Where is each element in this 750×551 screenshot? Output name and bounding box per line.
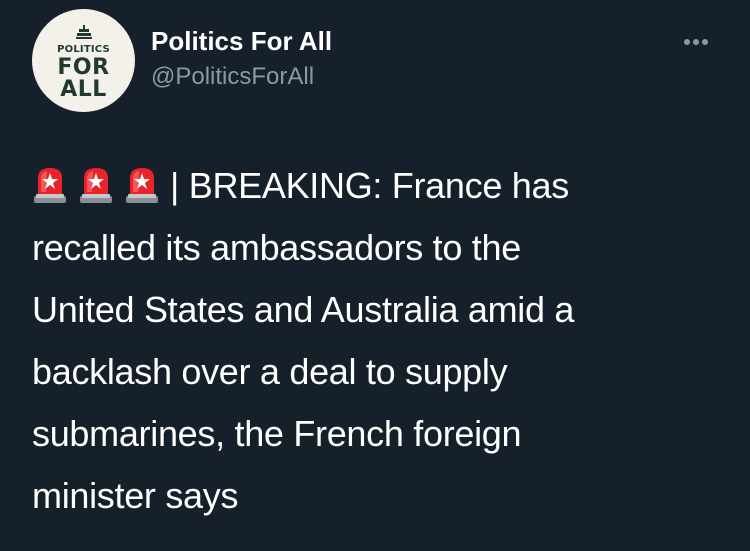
tweet-line: submarines, the French foreign [32,413,522,454]
more-horizontal-icon [693,39,699,45]
tweet-line: backlash over a deal to supply [32,351,508,392]
account-handle[interactable]: @PoliticsForAll [151,63,314,90]
tweet-line-text: | BREAKING: France has [170,165,569,206]
avatar-logo-text-middle: FOR [57,55,110,80]
tweet-line: recalled its ambassadors to the [32,227,521,268]
police-car-light-icon [80,168,112,203]
tweet-card: POLITICS FOR ALL Politics For All @Polit… [0,0,750,551]
tweet-line: United States and Australia amid a [32,289,575,330]
tweet-text: | BREAKING: France has recalled its amba… [32,155,732,527]
more-horizontal-icon [684,39,690,45]
avatar-logo-text-top: POLITICS [57,44,110,55]
tweet-line: | BREAKING: France has [32,155,732,217]
parliament-icon [76,25,92,39]
police-car-light-icon [34,168,66,203]
more-options-button[interactable] [672,28,716,54]
display-name[interactable]: Politics For All [151,27,332,56]
more-horizontal-icon [702,39,708,45]
tweet-line: minister says [32,475,239,516]
avatar[interactable]: POLITICS FOR ALL [32,9,135,112]
police-car-light-icon [126,168,158,203]
avatar-logo-text-bottom: ALL [60,77,107,102]
